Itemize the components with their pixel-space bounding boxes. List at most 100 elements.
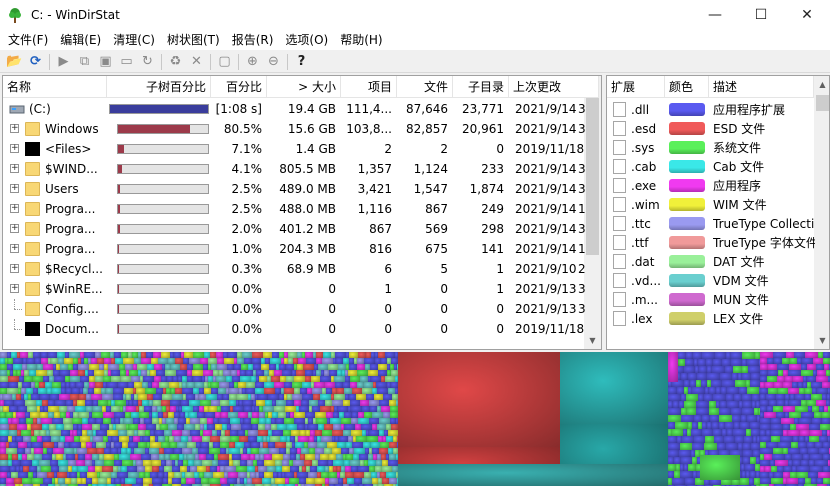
- folder-icon: [25, 122, 40, 136]
- extension-row[interactable]: .lex LEX 文件: [607, 309, 814, 328]
- expand-toggle-icon[interactable]: +: [10, 204, 19, 213]
- subtree-percent-bar: [117, 124, 209, 134]
- column-header[interactable]: 上次更改: [509, 76, 599, 98]
- expand-toggle-icon[interactable]: +: [10, 264, 19, 273]
- menu-item[interactable]: 编辑(E): [54, 30, 107, 50]
- menu-item[interactable]: 帮助(H): [334, 30, 388, 50]
- table-row[interactable]: + $Recycl... 0.3% 68.9 MB 6 5 1 2021/9/10 2: [3, 259, 586, 279]
- expand-toggle-icon[interactable]: +: [10, 284, 19, 293]
- extension-row[interactable]: .dll 应用程序扩展: [607, 100, 814, 119]
- cmd-icon[interactable]: ▭: [116, 52, 137, 72]
- cell-items: 111,4...: [346, 102, 392, 116]
- ext-scroll-up-arrow-icon[interactable]: ▲: [814, 76, 829, 93]
- table-row[interactable]: + Progra... 2.0% 401.2 MB 867 569 298 2021/9/14…: [3, 219, 586, 239]
- color-swatch: [669, 160, 705, 173]
- refresh-icon[interactable]: ⟳: [25, 52, 46, 72]
- directory-tree-list[interactable]: ▲ ▼ 名称子树百分比百分比> 大小项目文件子目录上次更改 (C:) [1:08 s…: [2, 75, 602, 350]
- treemap-tile: [711, 380, 722, 387]
- explorer-icon[interactable]: ▣: [95, 52, 116, 72]
- tree-vertical-scrollbar[interactable]: ▲ ▼: [584, 76, 601, 349]
- ext-description: Cab 文件: [713, 160, 765, 174]
- extension-row[interactable]: .sys 系统文件: [607, 138, 814, 157]
- extension-row[interactable]: .wim WIM 文件: [607, 195, 814, 214]
- extension-vertical-scrollbar[interactable]: ▲ ▼: [814, 76, 829, 349]
- zoom-out-icon[interactable]: ⊖: [263, 52, 284, 72]
- menu-item[interactable]: 文件(F): [2, 30, 54, 50]
- ext-scroll-down-arrow-icon[interactable]: ▼: [814, 332, 829, 349]
- extension-row[interactable]: .exe 应用程序: [607, 176, 814, 195]
- help-icon[interactable]: ?: [291, 52, 312, 72]
- scroll-thumb[interactable]: [586, 95, 599, 255]
- tree-item-name: $WIND...: [45, 162, 98, 176]
- expand-toggle-icon[interactable]: +: [10, 184, 19, 193]
- table-row[interactable]: + Progra... 2.5% 488.0 MB 1,116 867 249 2021/9/…: [3, 199, 586, 219]
- expand-toggle-icon[interactable]: +: [10, 144, 19, 153]
- extension-list[interactable]: ▲ ▼ 扩展 颜色 描述 .dll 应用程序扩展 .esd ESD 文件 .sys 系统文件 .c…: [606, 75, 830, 350]
- table-row[interactable]: Docum... 0.0% 0 0 0 0 2019/11/18: [3, 319, 585, 339]
- treemap-tile: [739, 387, 747, 394]
- menu-item[interactable]: 树状图(T): [161, 30, 226, 50]
- extension-row[interactable]: .ttc TrueType Collecti: [607, 214, 814, 233]
- menu-item[interactable]: 清理(C): [107, 30, 161, 50]
- table-row[interactable]: (C:) [1:08 s] 19.4 GB 111,4... 87,646 23,771 2…: [3, 99, 586, 119]
- treemap-tile: [686, 352, 693, 359]
- extension-row[interactable]: .ttf TrueType 字体文件: [607, 233, 815, 252]
- ext-column-header[interactable]: 描述: [709, 76, 814, 98]
- file-type-icon: [613, 273, 626, 288]
- open-icon[interactable]: 📂: [4, 52, 25, 72]
- table-row[interactable]: Config.... 0.0% 0 0 0 0 2021/9/13 3: [3, 299, 586, 319]
- column-header[interactable]: 百分比: [211, 76, 267, 98]
- treemap-tile: [713, 394, 726, 401]
- recycle-icon[interactable]: ♻: [165, 52, 186, 72]
- treemap-tile: [677, 352, 686, 359]
- treemap-tile: [707, 373, 720, 380]
- treemap-tile: [735, 380, 746, 387]
- cell-subdirs: 23,771: [462, 102, 504, 116]
- play-icon[interactable]: ▶: [53, 52, 74, 72]
- expand-toggle-icon[interactable]: +: [10, 124, 19, 133]
- file-type-icon: [613, 235, 626, 250]
- treemap-tile: [702, 415, 710, 422]
- table-row[interactable]: + Windows 80.5% 15.6 GB 103,8... 82,857 20,961…: [3, 119, 586, 139]
- refresh-selected-icon[interactable]: ↻: [137, 52, 158, 72]
- expand-toggle-icon[interactable]: +: [10, 164, 19, 173]
- zoom-in-icon[interactable]: ⊕: [242, 52, 263, 72]
- extension-row[interactable]: .cab Cab 文件: [607, 157, 814, 176]
- ext-column-header[interactable]: 颜色: [665, 76, 709, 98]
- extension-row[interactable]: .dat DAT 文件: [607, 252, 814, 271]
- column-header[interactable]: 子树百分比: [107, 76, 211, 98]
- extension-row[interactable]: .vd... VDM 文件: [607, 271, 814, 290]
- scroll-down-arrow-icon[interactable]: ▼: [584, 332, 601, 349]
- copy-icon[interactable]: ⧉: [74, 52, 95, 72]
- table-row[interactable]: + $WIND... 4.1% 805.5 MB 1,357 1,124 233 2021/9…: [3, 159, 586, 179]
- subtree-percent-bar: [117, 324, 209, 334]
- table-row[interactable]: + Progra... 1.0% 204.3 MB 816 675 141 2021/9/14…: [3, 239, 586, 259]
- table-row[interactable]: + $WinRE... 0.0% 0 1 0 1 2021/9/13 3: [3, 279, 586, 299]
- maximize-button[interactable]: ☐: [738, 0, 784, 30]
- expand-toggle-icon[interactable]: +: [10, 224, 19, 233]
- column-header[interactable]: > 大小: [267, 76, 341, 98]
- menu-item[interactable]: 选项(O): [279, 30, 334, 50]
- menu-item[interactable]: 报告(R): [226, 30, 280, 50]
- extension-row[interactable]: .esd ESD 文件: [607, 119, 814, 138]
- cell-files: 675: [425, 242, 448, 256]
- column-header[interactable]: 文件: [397, 76, 453, 98]
- expand-toggle-icon[interactable]: +: [10, 244, 19, 253]
- delete-icon[interactable]: ✕: [186, 52, 207, 72]
- ext-column-header[interactable]: 扩展: [607, 76, 665, 98]
- minimize-button[interactable]: —: [692, 0, 738, 30]
- treemap-tile: [675, 422, 688, 429]
- properties-icon[interactable]: ▢: [214, 52, 235, 72]
- table-row[interactable]: + Users 2.5% 489.0 MB 3,421 1,547 1,874 2021/9/…: [3, 179, 586, 199]
- column-header[interactable]: 项目: [341, 76, 397, 98]
- extension-row[interactable]: .m... MUN 文件: [607, 290, 814, 309]
- cell-percent: 2.5%: [231, 182, 263, 196]
- treemap-tile: [740, 478, 749, 485]
- close-button[interactable]: ✕: [784, 0, 830, 30]
- column-header[interactable]: 子目录: [453, 76, 509, 98]
- table-row[interactable]: + <Files> 7.1% 1.4 GB 2 2 0 2019/11/18: [3, 139, 585, 159]
- treemap-view[interactable]: [0, 352, 830, 486]
- ext-scroll-thumb[interactable]: [816, 95, 829, 111]
- file-type-icon: [613, 159, 626, 174]
- column-header[interactable]: 名称: [3, 76, 107, 98]
